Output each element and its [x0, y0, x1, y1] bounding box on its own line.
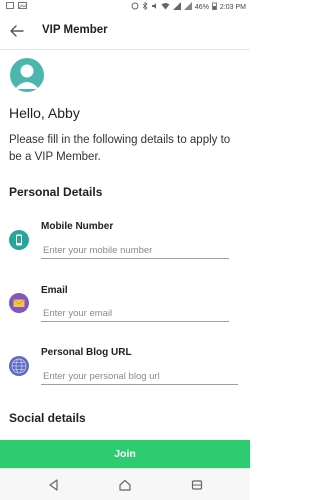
wifi-icon — [161, 2, 170, 13]
mobile-number-input[interactable] — [41, 243, 229, 259]
instructions-text: Please fill in the following details to … — [9, 134, 231, 163]
image-icon — [18, 2, 27, 12]
join-button[interactable]: Join — [0, 440, 250, 468]
notification-box-icon — [6, 2, 14, 12]
battery-icon — [212, 2, 217, 13]
bluetooth-icon — [142, 1, 148, 13]
avatar — [10, 58, 44, 92]
status-left-icons — [6, 2, 27, 12]
sync-icon — [131, 2, 139, 13]
personal-details-heading: Personal Details — [9, 185, 103, 199]
clock: 2:03 PM — [219, 4, 246, 11]
back-triangle-icon — [49, 479, 58, 491]
recents-icon — [191, 480, 203, 490]
email-label: Email — [41, 285, 68, 296]
nav-home-button[interactable] — [118, 478, 132, 492]
nav-back-button[interactable] — [47, 478, 61, 492]
email-input[interactable] — [41, 306, 229, 322]
blog-url-input[interactable] — [41, 369, 238, 385]
mobile-number-label: Mobile Number — [41, 221, 114, 232]
status-right-icons: 46% 2:03 PM — [131, 1, 246, 13]
back-button[interactable] — [8, 22, 26, 40]
app-bar: VIP Member — [0, 13, 250, 50]
greeting-text: Hello, Abby — [9, 105, 80, 121]
battery-percent: 46% — [194, 4, 209, 11]
home-icon — [119, 479, 131, 491]
arrow-left-icon — [10, 25, 24, 37]
nav-recents-button[interactable] — [190, 478, 204, 492]
signal-icon-2 — [183, 2, 192, 13]
system-nav-bar — [0, 468, 250, 500]
page-title: VIP Member — [42, 24, 108, 36]
signal-icon — [172, 2, 181, 13]
globe-icon — [9, 356, 29, 376]
social-details-heading: Social details — [9, 411, 86, 425]
person-avatar-icon — [15, 64, 39, 89]
blog-url-label: Personal Blog URL — [41, 347, 132, 358]
status-bar: 46% 2:03 PM — [0, 0, 250, 13]
phone-icon — [9, 230, 29, 250]
mute-icon — [151, 2, 158, 13]
envelope-icon — [9, 293, 29, 313]
